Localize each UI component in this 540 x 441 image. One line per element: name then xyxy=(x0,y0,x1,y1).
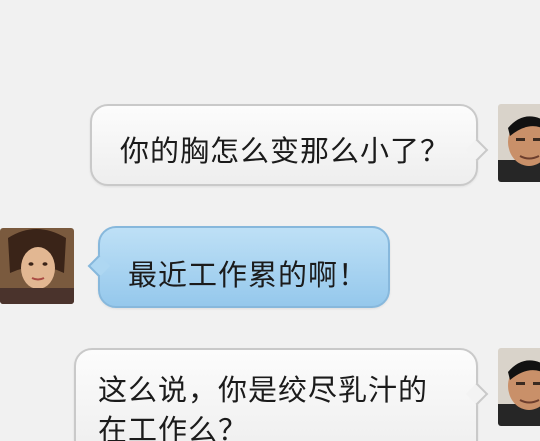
message-text: 这么说，你是绞尽乳汁的 xyxy=(98,373,429,407)
message-row: 最近工作累的啊！ xyxy=(0,226,540,310)
message-text: 你的胸怎么变那么小了？ xyxy=(120,134,451,168)
message-text: 最近工作累的啊！ xyxy=(128,258,369,292)
outgoing-message-bubble[interactable]: 这么说，你是绞尽乳汁的 在工作么？ xyxy=(74,348,489,441)
message-row: 你的胸怎么变那么小了？ xyxy=(0,104,540,186)
incoming-message-bubble[interactable]: 最近工作累的啊！ xyxy=(87,226,390,308)
message-row: 这么说，你是绞尽乳汁的 在工作么？ xyxy=(0,348,540,441)
female-avatar-icon[interactable] xyxy=(0,228,74,304)
chat-view: 你的胸怎么变那么小了？ 最近工作累的啊！ 这么说，你是绞尽乳汁的 在工作么？ xyxy=(0,0,540,441)
bubble-tail xyxy=(87,254,111,278)
male-avatar-icon[interactable] xyxy=(498,104,540,182)
male-avatar-icon[interactable] xyxy=(498,348,540,426)
message-text: 在工作么？ xyxy=(98,413,249,441)
outgoing-message-bubble[interactable]: 你的胸怎么变那么小了？ xyxy=(90,104,489,186)
